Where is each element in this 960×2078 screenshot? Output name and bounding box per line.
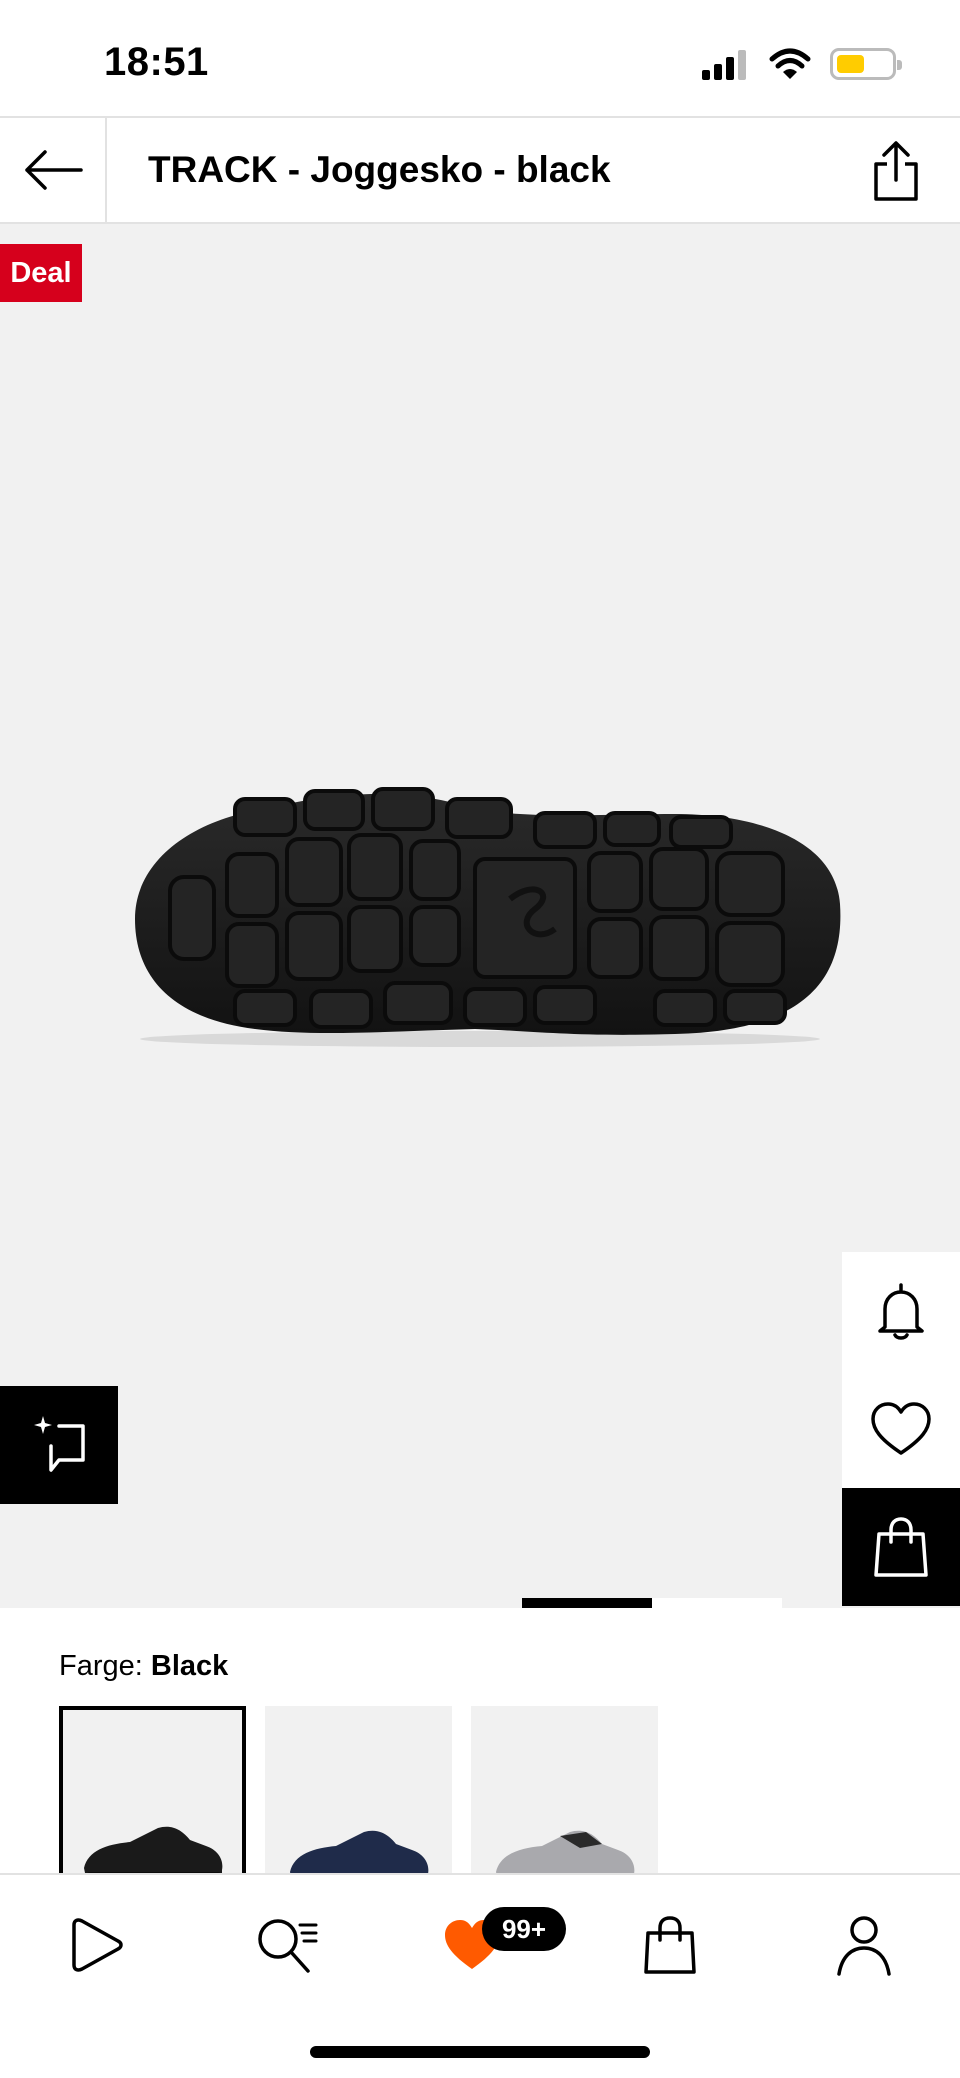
color-label: Farge: Black bbox=[59, 1650, 228, 1683]
wifi-icon bbox=[769, 48, 811, 79]
status-time: 18:51 bbox=[104, 40, 209, 84]
notify-button[interactable] bbox=[842, 1252, 960, 1370]
bell-icon bbox=[878, 1283, 924, 1340]
nav-bag[interactable] bbox=[630, 1905, 710, 1985]
color-label-prefix: Farge: bbox=[59, 1650, 143, 1682]
signal-icon bbox=[702, 48, 750, 80]
try-on-button[interactable] bbox=[0, 1386, 118, 1504]
add-to-bag-button[interactable] bbox=[842, 1488, 960, 1606]
status-bar: 18:51 bbox=[0, 0, 960, 116]
battery-icon bbox=[830, 48, 902, 80]
home-indicator bbox=[310, 2046, 650, 2058]
color-selected-value: Black bbox=[150, 1650, 229, 1682]
page-title: TRACK - Joggesko - black bbox=[148, 149, 611, 190]
gallery-pager bbox=[522, 1598, 782, 1608]
product-header: TRACK - Joggesko - black bbox=[0, 116, 960, 224]
bag-icon bbox=[874, 1517, 928, 1577]
heart-icon bbox=[871, 1402, 931, 1455]
user-icon bbox=[837, 1916, 891, 1976]
share-button[interactable] bbox=[866, 138, 926, 204]
product-image-sole bbox=[135, 787, 841, 1047]
wishlist-button[interactable] bbox=[842, 1370, 960, 1488]
bag-icon bbox=[644, 1916, 696, 1974]
product-gallery[interactable]: Deal bbox=[0, 224, 960, 1608]
deal-badge: Deal bbox=[0, 244, 82, 302]
nav-home[interactable] bbox=[56, 1905, 136, 1985]
play-icon bbox=[72, 1918, 123, 1972]
arrow-left-icon bbox=[24, 150, 83, 190]
battery-fill bbox=[837, 55, 864, 73]
share-icon bbox=[874, 141, 918, 201]
search-list-icon bbox=[258, 1919, 318, 1973]
nav-account[interactable] bbox=[824, 1905, 904, 1985]
side-actions bbox=[842, 1252, 960, 1606]
back-button[interactable] bbox=[0, 118, 107, 222]
pager-dot-1[interactable] bbox=[522, 1598, 652, 1608]
status-icons bbox=[702, 44, 902, 84]
nav-search[interactable] bbox=[247, 1905, 327, 1985]
sparkle-frame-icon bbox=[34, 1416, 85, 1472]
wishlist-count-badge: 99+ bbox=[482, 1907, 566, 1951]
pager-dot-2[interactable] bbox=[652, 1598, 782, 1608]
